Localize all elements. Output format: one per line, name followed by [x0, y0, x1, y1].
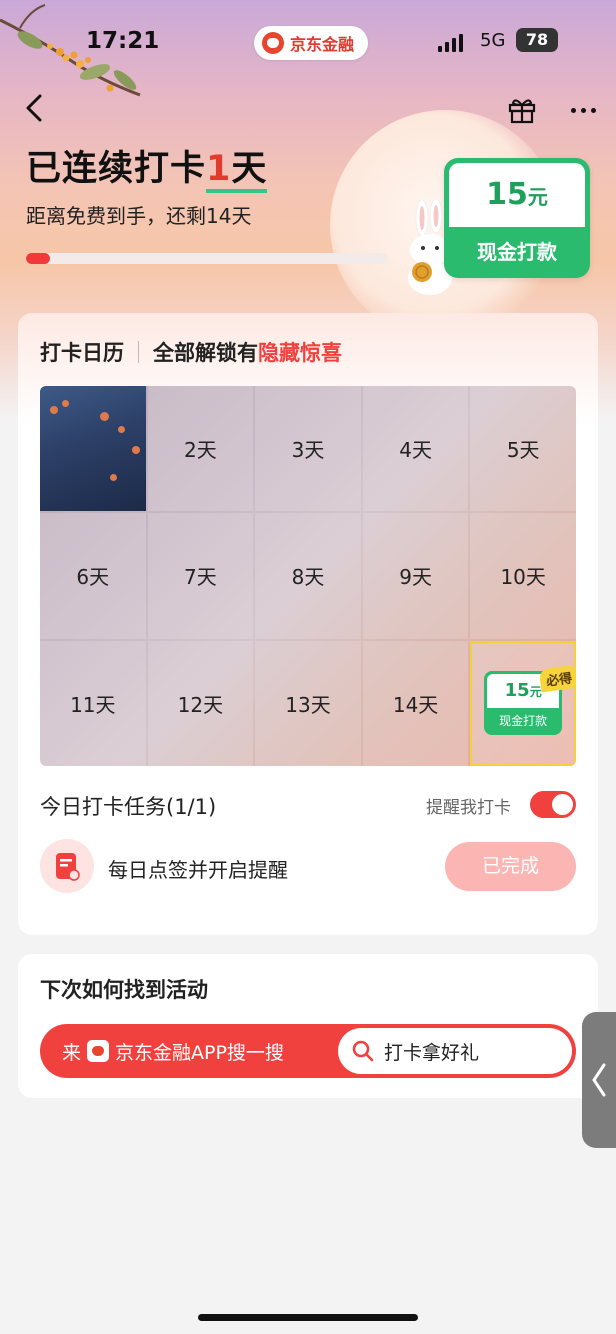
back-icon — [26, 94, 42, 122]
more-button[interactable] — [560, 90, 606, 130]
calendar-subtitle-highlight: 隐藏惊喜 — [258, 341, 342, 365]
calendar-day-cell: 7天 — [147, 513, 254, 639]
calendar-day-cell: 2天 — [147, 386, 254, 512]
gift-icon — [508, 99, 536, 124]
jd-finance-app-icon — [87, 1040, 110, 1062]
calendar-day-label: 12天 — [177, 692, 224, 717]
streak-title-suffix: 天 — [231, 149, 268, 189]
find-activity-card: 下次如何找到活动 来 京东金融APP搜一搜 打卡拿好礼 — [18, 954, 598, 1098]
cash-reward-amount-panel: 15元 — [449, 163, 585, 227]
search-guide-prefix-1: 来 — [62, 1041, 82, 1064]
streak-title: 已连续打卡1天 — [26, 140, 268, 193]
calendar-subtitle: 全部解锁有 — [153, 341, 258, 365]
calendar-day-cell: 14天 — [362, 640, 469, 766]
streak-days: 1 — [206, 149, 232, 189]
final-reward-unit: 元 — [529, 685, 542, 700]
more-icon — [570, 107, 576, 113]
header-divider — [138, 341, 139, 363]
cash-reward-amount: 15 — [486, 177, 528, 212]
jd-finance-logo-icon — [262, 32, 284, 54]
find-activity-title: 下次如何找到活动 — [40, 978, 208, 1002]
calendar-day-cell: 4天 — [362, 386, 469, 512]
calendar-day-label: 10天 — [500, 565, 546, 590]
calendar-day-label: 8天 — [291, 565, 325, 590]
calendar-day-1-unlocked — [40, 386, 146, 512]
search-guide-prefix: 来 京东金融APP搜一搜 — [40, 1038, 284, 1065]
calendar-day-label: 13天 — [285, 692, 331, 717]
task-completed-button[interactable]: 已完成 — [445, 842, 576, 891]
calendar-day-cell: 9天 — [362, 513, 469, 639]
calendar-day-cell: 12天 — [147, 640, 254, 766]
cash-reward-unit: 元 — [527, 185, 548, 209]
brand-name: 京东金融 — [290, 35, 355, 54]
chevron-left-icon — [592, 1063, 606, 1097]
search-guide-bar[interactable]: 来 京东金融APP搜一搜 打卡拿好礼 — [40, 1024, 576, 1078]
final-reward-amount: 15 — [504, 680, 530, 702]
calendar-day-label: 11天 — [70, 692, 116, 717]
signal-icon — [438, 34, 463, 52]
search-icon — [352, 1040, 374, 1062]
gift-button[interactable] — [502, 90, 542, 130]
battery-indicator: 78 — [516, 28, 558, 52]
status-time: 17:21 — [86, 28, 160, 54]
brand-pill: 京东金融 — [254, 26, 369, 60]
calendar-day-label: 5天 — [506, 438, 540, 463]
calendar-day-cell: 5天 — [470, 386, 576, 512]
checkin-calendar-card: 打卡日历 全部解锁有 隐藏惊喜 2天 3天 4天 5天 6天 7天 8天 9天 1… — [18, 313, 598, 935]
side-drawer-handle[interactable] — [582, 1012, 616, 1148]
home-indicator[interactable] — [198, 1314, 418, 1321]
streak-progress-fill — [26, 253, 50, 264]
network-type: 5G — [480, 30, 506, 51]
calendar-day-cell: 8天 — [255, 513, 361, 639]
calendar-header: 打卡日历 全部解锁有 隐藏惊喜 — [40, 337, 342, 367]
search-keyword-box[interactable]: 打卡拿好礼 — [338, 1028, 572, 1074]
status-bar: 17:21 京东金融 5G 78 — [0, 22, 616, 62]
calendar-grid: 2天 3天 4天 5天 6天 7天 8天 9天 10天 11天 12天 13天 … — [40, 386, 576, 766]
calendar-day-cell: 6天 — [40, 513, 146, 639]
calendar-day-label: 14天 — [392, 692, 439, 717]
calendar-day-label: 3天 — [291, 438, 325, 463]
calendar-day-label: 7天 — [184, 565, 217, 590]
cash-reward-label: 现金打款 — [477, 240, 557, 264]
calendar-final-reward-cell: 15元 现金打款 必得 — [470, 640, 576, 766]
calendar-day-label: 9天 — [399, 565, 432, 590]
calendar-day-cell: 13天 — [255, 640, 361, 766]
remaining-days-text: 距离免费到手，还剩14天 — [26, 204, 252, 228]
calendar-day-label: 4天 — [399, 438, 432, 463]
task-title: 今日打卡任务(1/1) — [40, 795, 217, 819]
streak-progress-bar — [26, 253, 388, 264]
guaranteed-badge: 必得 — [538, 664, 576, 693]
calendar-day-cell: 10天 — [470, 513, 576, 639]
search-guide-prefix-2: 京东金融APP搜一搜 — [115, 1041, 284, 1064]
calendar-title: 打卡日历 — [40, 341, 124, 365]
remind-toggle[interactable] — [530, 791, 576, 818]
back-button[interactable] — [14, 88, 54, 128]
calendar-day-cell: 3天 — [255, 386, 361, 512]
task-icon-wrapper — [40, 839, 94, 893]
calendar-day-cell: 11天 — [40, 640, 146, 766]
checkin-note-icon — [56, 853, 80, 881]
task-name: 每日点签并开启提醒 — [108, 858, 288, 882]
remind-label: 提醒我打卡 — [426, 798, 511, 818]
cash-reward-card: 15元 现金打款 — [444, 158, 590, 278]
calendar-day-label: 2天 — [184, 438, 217, 463]
final-reward-label: 现金打款 — [499, 714, 548, 729]
streak-title-prefix: 已连续打卡 — [26, 149, 207, 189]
search-keyword: 打卡拿好礼 — [384, 1041, 480, 1064]
calendar-day-label: 6天 — [76, 565, 110, 590]
